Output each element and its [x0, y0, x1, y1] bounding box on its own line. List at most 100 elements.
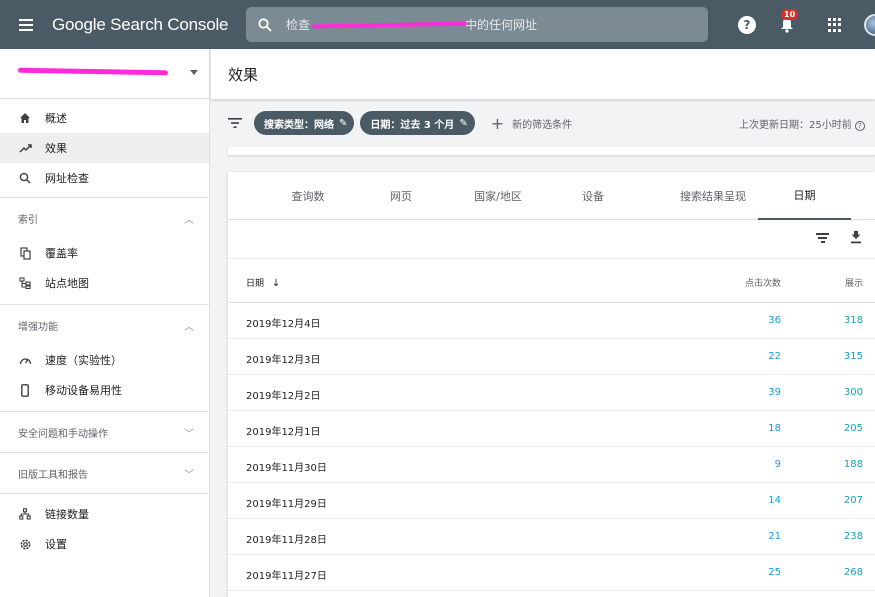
table-row[interactable]: 2019年12月1日 18 205 — [228, 411, 875, 447]
links-icon — [18, 507, 32, 521]
notification-count-badge: 10 — [781, 9, 799, 20]
sidebar-item-mobile-usability[interactable]: 移动设备易用性 — [0, 375, 209, 405]
speed-icon — [18, 353, 32, 367]
chevron-up-icon: ︿ — [184, 214, 194, 226]
top-app-bar: Google Search Console 检查 中的任何网址 ? 10 — [0, 0, 875, 49]
sidebar-group-header[interactable]: 安全问题和手动操作 ﹀ — [0, 412, 209, 452]
filter-icon[interactable] — [228, 118, 242, 128]
apps-grid-icon[interactable] — [828, 18, 842, 32]
cell-date: 2019年11月28日 — [246, 535, 327, 546]
chevron-up-icon: ︿ — [184, 321, 194, 333]
sidebar-item-settings[interactable]: 设置 — [0, 529, 209, 559]
column-header-label: 日期 — [246, 279, 265, 289]
chip-label: 日期：过去 3 个月 — [370, 119, 455, 131]
page-title: 效果 — [211, 49, 875, 99]
sort-arrow-icon: ↓ — [271, 278, 281, 289]
cell-date: 2019年11月29日 — [246, 499, 327, 510]
cell-impressions: 205 — [843, 423, 863, 434]
last-updated-label: 上次更新日期：25小时前 — [739, 120, 852, 131]
sidebar-group-bottom: 链接数量 设置 — [0, 493, 209, 559]
column-header-impressions[interactable]: 展示 — [845, 276, 863, 289]
column-header-date[interactable]: 日期 ↓ — [246, 276, 280, 289]
tab-queries[interactable]: 查询数 — [258, 172, 358, 220]
tab-dates[interactable]: 日期 — [758, 172, 851, 220]
sidebar-group-header[interactable]: 旧版工具和报告 ﹀ — [0, 453, 209, 493]
redaction-mark — [17, 67, 169, 76]
table-row[interactable]: 2019年12月3日 22 315 — [228, 339, 875, 375]
tab-devices[interactable]: 设备 — [558, 172, 628, 220]
help-icon[interactable]: ? — [738, 16, 756, 34]
chart-card-bottom — [228, 147, 875, 155]
performance-table-card: 查询数 网页 国家/地区 设备 搜索结果呈现 日期 日期 ↓ 点击次数 展示 2… — [228, 172, 875, 597]
table-row[interactable]: 2019年12月4日 36 318 — [228, 303, 875, 339]
sidebar-item-coverage[interactable]: 覆盖率 — [0, 238, 209, 268]
sidebar-group-index: 索引 ︿ 覆盖率 站点地图 — [0, 197, 209, 304]
group-title: 安全问题和手动操作 — [18, 428, 108, 440]
sidebar-item-label: 速度（实验性） — [45, 354, 122, 367]
search-icon — [18, 171, 32, 185]
table-header: 日期 ↓ 点击次数 展示 — [228, 260, 875, 303]
sidebar-group-legacy: 旧版工具和报告 ﹀ — [0, 452, 209, 493]
cell-impressions: 315 — [843, 351, 863, 362]
tab-countries[interactable]: 国家/地区 — [453, 172, 543, 220]
main-menu-button[interactable] — [0, 0, 52, 49]
cell-date: 2019年12月3日 — [246, 355, 321, 366]
performance-table: 日期 ↓ 点击次数 展示 2019年12月4日 36 318 2019年12月3… — [228, 260, 875, 591]
cell-date: 2019年11月30日 — [246, 463, 327, 474]
sidebar-item-label: 站点地图 — [45, 277, 89, 290]
property-selector[interactable] — [0, 49, 209, 99]
sidebar-item-label: 效果 — [45, 142, 67, 155]
table-row[interactable]: 2019年11月27日 25 268 — [228, 555, 875, 591]
notifications-button[interactable]: 10 — [778, 9, 799, 35]
sidebar: 概述 效果 网址检查 索引 ︿ 覆盖率 站点地图 增强功能 ︿ 速度（实验性） … — [0, 49, 210, 597]
sidebar-item-label: 链接数量 — [45, 508, 89, 521]
cell-impressions: 300 — [843, 387, 863, 398]
cell-impressions: 188 — [843, 459, 863, 470]
sidebar-group-enhancements: 增强功能 ︿ 速度（实验性） 移动设备易用性 — [0, 304, 209, 411]
app-title[interactable]: Google Search Console — [52, 15, 229, 35]
dropdown-caret-icon — [190, 70, 198, 75]
hamburger-icon — [19, 18, 33, 31]
sidebar-item-speed[interactable]: 速度（实验性） — [0, 345, 209, 375]
cell-impressions: 268 — [843, 567, 863, 578]
tab-pages[interactable]: 网页 — [366, 172, 436, 220]
cell-clicks: 21 — [768, 531, 781, 542]
sidebar-group-header[interactable]: 索引 ︿ — [0, 198, 209, 238]
sidebar-item-sitemaps[interactable]: 站点地图 — [0, 268, 209, 298]
table-row[interactable]: 2019年11月29日 14 207 — [228, 483, 875, 519]
table-row[interactable]: 2019年11月28日 21 238 — [228, 519, 875, 555]
column-header-clicks[interactable]: 点击次数 — [745, 276, 781, 289]
cell-clicks: 14 — [768, 495, 781, 506]
sidebar-item-performance[interactable]: 效果 — [0, 133, 209, 163]
search-placeholder-suffix: 中的任何网址 — [465, 18, 538, 32]
cell-clicks: 18 — [768, 423, 781, 434]
table-row[interactable]: 2019年11月30日 9 188 — [228, 447, 875, 483]
sidebar-group-security: 安全问题和手动操作 ﹀ — [0, 411, 209, 452]
search-placeholder: 检查 中的任何网址 — [286, 16, 537, 33]
sidebar-item-overview[interactable]: 概述 — [0, 103, 209, 133]
cell-clicks: 36 — [768, 315, 781, 326]
cell-date: 2019年12月4日 — [246, 319, 321, 330]
phone-icon — [18, 383, 32, 397]
plus-icon: + — [490, 113, 505, 133]
filter-rows-icon[interactable] — [816, 233, 829, 245]
group-title: 旧版工具和报告 — [18, 469, 88, 481]
sidebar-item-label: 覆盖率 — [45, 247, 78, 260]
copy-icon — [18, 246, 32, 260]
search-type-filter-chip[interactable]: 搜索类型：网络 ✎ — [254, 111, 355, 135]
search-icon — [258, 17, 272, 32]
sidebar-group-header[interactable]: 增强功能 ︿ — [0, 305, 209, 345]
cell-impressions: 318 — [843, 315, 863, 326]
add-filter-label: 新的筛选条件 — [512, 119, 573, 131]
cell-impressions: 238 — [843, 531, 863, 542]
download-icon[interactable] — [850, 231, 862, 247]
sidebar-item-url-inspection[interactable]: 网址检查 — [0, 163, 209, 193]
add-filter-button[interactable]: + 新的筛选条件 — [491, 114, 572, 133]
home-icon — [18, 111, 32, 125]
sidebar-item-links[interactable]: 链接数量 — [0, 499, 209, 529]
url-inspection-search[interactable]: 检查 中的任何网址 — [246, 7, 708, 42]
table-row[interactable]: 2019年12月2日 39 300 — [228, 375, 875, 411]
account-avatar[interactable] — [864, 14, 875, 36]
date-filter-chip[interactable]: 日期：过去 3 个月 ✎ — [360, 111, 475, 135]
info-icon[interactable]: ? — [854, 121, 865, 131]
